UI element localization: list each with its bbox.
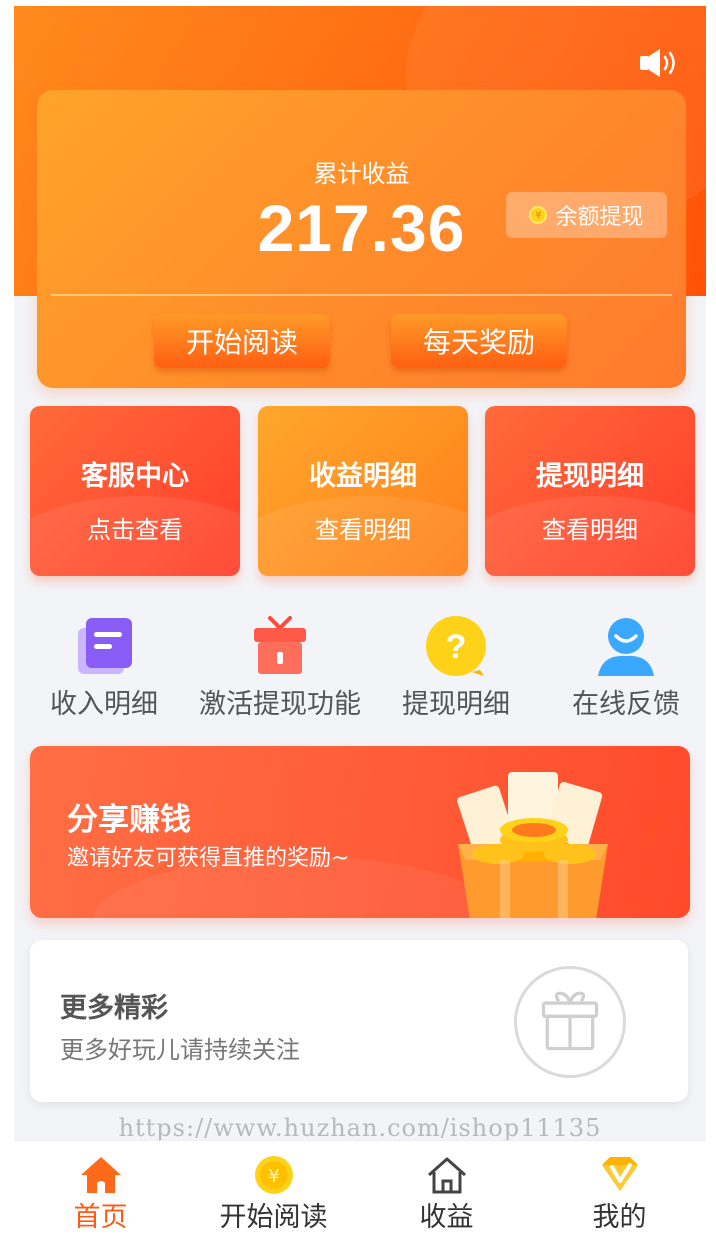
tile-title: 收益明细 [309,461,417,492]
more-title: 更多精彩 [60,993,168,1024]
share-subtitle: 邀请好友可获得直推的奖励~ [67,846,350,871]
nav-earnings[interactable]: 收益 [360,1141,533,1234]
shortcut-label: 收入明细 [50,689,158,720]
shortcut-label: 激活提现功能 [199,689,361,720]
more-subtitle: 更多好玩儿请持续关注 [60,1036,300,1064]
svg-text:?: ? [446,628,467,666]
nav-label: 收益 [419,1202,474,1233]
share-to-earn-banner[interactable]: 分享赚钱 邀请好友可获得直推的奖励~ [30,746,690,918]
money-gift-icon [457,772,608,918]
gift-outline-icon [514,966,626,1078]
nav-start-reading[interactable]: ¥ 开始阅读 [187,1141,360,1234]
shortcut-label: 在线反馈 [572,689,680,720]
tile-subtitle: 点击查看 [87,516,183,544]
withdraw-balance-button[interactable]: ¥ 余额提现 [506,192,667,238]
withdrawal-detail-tile[interactable]: 提现明细 查看明细 [485,406,695,576]
customer-service-tile[interactable]: 客服中心 点击查看 [30,406,240,576]
shortcut-online-feedback[interactable]: 在线反馈 [540,614,706,750]
tile-subtitle: 查看明细 [542,516,638,544]
start-reading-button[interactable]: 开始阅读 [154,314,330,368]
app-screen: 累计收益 217.36 ¥ 余额提现 开始阅读 每天奖励 客服中心 点击查看 收… [14,6,706,1234]
house-outline-icon [427,1157,466,1194]
shortcut-income-detail[interactable]: 收入明细 [18,614,190,750]
coin-icon: ¥ [529,206,548,224]
tile-subtitle: 查看明细 [315,516,411,544]
nav-mine[interactable]: 我的 [533,1141,706,1234]
speaker-icon[interactable] [638,46,682,80]
gift-box-icon [254,616,306,674]
user-icon [598,618,654,676]
nav-label: 首页 [73,1202,128,1233]
shortcut-label: 提现明细 [402,689,510,720]
coin-icon: ¥ [254,1156,293,1194]
document-icon [78,618,132,674]
earnings-detail-tile[interactable]: 收益明细 查看明细 [258,406,468,576]
shortcut-withdrawal-detail[interactable]: ? 提现明细 [370,614,542,750]
question-bubble-icon: ? [426,616,486,676]
nav-label: 我的 [592,1202,647,1233]
home-icon [80,1157,121,1193]
share-title: 分享赚钱 [67,802,191,838]
shortcut-activate-withdrawal[interactable]: 激活提现功能 [194,614,366,750]
earnings-card: 累计收益 217.36 ¥ 余额提现 开始阅读 每天奖励 [37,90,686,388]
divider [51,294,672,296]
nav-label: 开始阅读 [219,1202,328,1233]
tile-title: 提现明细 [536,461,644,492]
more-content-card[interactable]: 更多精彩 更多好玩儿请持续关注 [30,940,688,1102]
vip-diamond-icon [601,1157,638,1191]
watermark: https://www.huzhan.com/ishop11135 [118,1114,602,1142]
daily-reward-button[interactable]: 每天奖励 [391,314,567,368]
nav-home[interactable]: 首页 [14,1141,187,1234]
total-earnings-label: 累计收益 [313,160,410,188]
bottom-navigation: 首页 ¥ 开始阅读 收益 我的 [14,1140,706,1234]
tile-title: 客服中心 [81,461,189,492]
svg-text:¥: ¥ [268,1166,279,1187]
withdraw-balance-label: 余额提现 [555,205,644,230]
